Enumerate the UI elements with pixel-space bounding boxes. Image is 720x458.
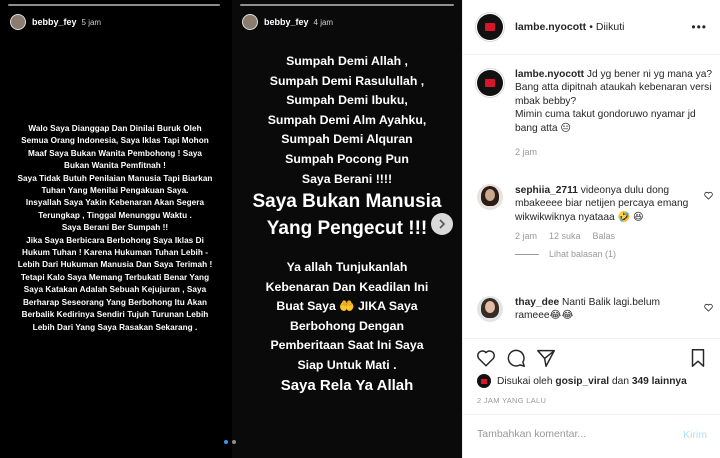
liked-by-connector: dan xyxy=(611,375,629,387)
post-header: lambe.nyocott • Diikuti ••• xyxy=(463,0,720,55)
avatar[interactable] xyxy=(475,12,505,42)
story-time: 5 jam xyxy=(81,17,102,27)
comments-section[interactable]: lambe.nyocott Jd yg bener ni yg mana ya?… xyxy=(463,56,720,338)
story-username: bebby_fey xyxy=(264,17,309,27)
comment: thay_dee Nanti Balik lagi.belum rameee😂😂 xyxy=(477,296,713,323)
story-username: bebby_fey xyxy=(32,17,77,27)
caption-username[interactable]: lambe.nyocott xyxy=(515,69,584,80)
carousel-dot xyxy=(232,440,236,444)
comment-username[interactable]: thay_dee xyxy=(515,297,559,308)
comment-username[interactable]: sephiia_2711 xyxy=(515,185,578,196)
story-avatar xyxy=(242,14,258,30)
story-avatar xyxy=(10,14,26,30)
post-actions xyxy=(463,338,720,378)
carousel-dot-active xyxy=(224,440,228,444)
like-comment-heart-icon[interactable] xyxy=(704,303,713,312)
comment-time: 2 jam xyxy=(515,231,538,242)
share-paper-plane-icon[interactable] xyxy=(535,347,557,369)
comment-input[interactable] xyxy=(477,428,667,440)
comment-meta: 2 jam 12 suka Balas xyxy=(515,231,713,241)
story-progress-bar xyxy=(240,4,454,6)
liked-by: Disukai oleh gosip_viral dan 349 lainnya xyxy=(477,374,687,388)
header-username[interactable]: lambe.nyocott xyxy=(515,21,586,33)
liker-avatar[interactable] xyxy=(477,374,491,388)
liked-by-count[interactable]: 349 lainnya xyxy=(632,376,687,387)
post-timestamp[interactable]: 2 JAM YANG LALU xyxy=(477,396,546,405)
follow-status[interactable]: Diikuti xyxy=(596,21,625,33)
liked-by-prefix: Disukai oleh xyxy=(497,375,553,387)
story-closing-text: Saya Rela Ya Allah xyxy=(280,377,414,394)
like-heart-icon[interactable] xyxy=(475,347,497,369)
avatar[interactable] xyxy=(475,68,505,98)
view-replies-label[interactable]: Lihat balasan (1) xyxy=(549,249,616,259)
story-headline-text: Saya Bukan Manusia Yang Pengecut !!! xyxy=(252,191,442,239)
carousel-indicator xyxy=(224,440,236,444)
caption-line: Mimin cuma takut gondoruwo nyamar jd ban… xyxy=(515,109,696,134)
commenter-avatar[interactable] xyxy=(477,296,503,322)
like-comment-heart-icon[interactable] xyxy=(704,191,713,200)
story-header: bebby_fey 5 jam xyxy=(10,14,101,30)
post-media[interactable]: bebby_fey 5 jam Walo Saya Dianggap Dan D… xyxy=(0,0,462,458)
replies-divider xyxy=(515,253,539,255)
story-time: 4 jam xyxy=(313,17,334,27)
more-horizontal-icon[interactable]: ••• xyxy=(691,20,707,34)
caption-line: Jd yg bener ni yg mana ya? xyxy=(586,69,713,80)
story-oaths-text: Sumpah Demi Allah , Sumpah Demi Rasulull… xyxy=(267,54,427,186)
commenter-avatar[interactable] xyxy=(477,184,503,210)
chevron-right-icon xyxy=(439,219,446,229)
header-separator: • xyxy=(589,21,593,33)
comment-likes[interactable]: 12 suka xyxy=(549,231,581,241)
story-statement-text: Walo Saya Dianggap Dan Dinilai Buruk Ole… xyxy=(17,124,213,332)
carousel-next-button[interactable] xyxy=(431,213,453,235)
post-comment-button[interactable]: Kirim xyxy=(683,429,707,441)
story-screenshot-1: bebby_fey 5 jam Walo Saya Dianggap Dan D… xyxy=(0,0,228,458)
view-replies[interactable]: Lihat balasan (1) xyxy=(515,249,713,259)
bookmark-icon[interactable] xyxy=(687,347,709,369)
story-progress-bar xyxy=(8,4,220,6)
add-comment-bar: Kirim xyxy=(463,414,720,458)
caption-time: 2 jam xyxy=(515,147,538,158)
story-screenshot-2: bebby_fey 4 jam Sumpah Demi Allah , Sump… xyxy=(232,0,462,458)
comment-bubble-icon[interactable] xyxy=(505,347,527,369)
story-plea-text: Ya allah Tunjukanlah Kebenaran Dan Keadi… xyxy=(265,260,429,372)
reply-button[interactable]: Balas xyxy=(593,231,616,241)
caption-line: Bang atta dipitnah ataukah kebenaran ver… xyxy=(515,82,712,107)
caption: lambe.nyocott Jd yg bener ni yg mana ya?… xyxy=(475,68,713,159)
liked-by-user[interactable]: gosip_viral xyxy=(555,376,609,387)
post-panel: lambe.nyocott • Diikuti ••• lambe.nyocot… xyxy=(462,0,720,458)
comment: sephiia_2711 videonya dulu dong mbakeeee… xyxy=(477,184,713,259)
story-header: bebby_fey 4 jam xyxy=(242,14,333,30)
